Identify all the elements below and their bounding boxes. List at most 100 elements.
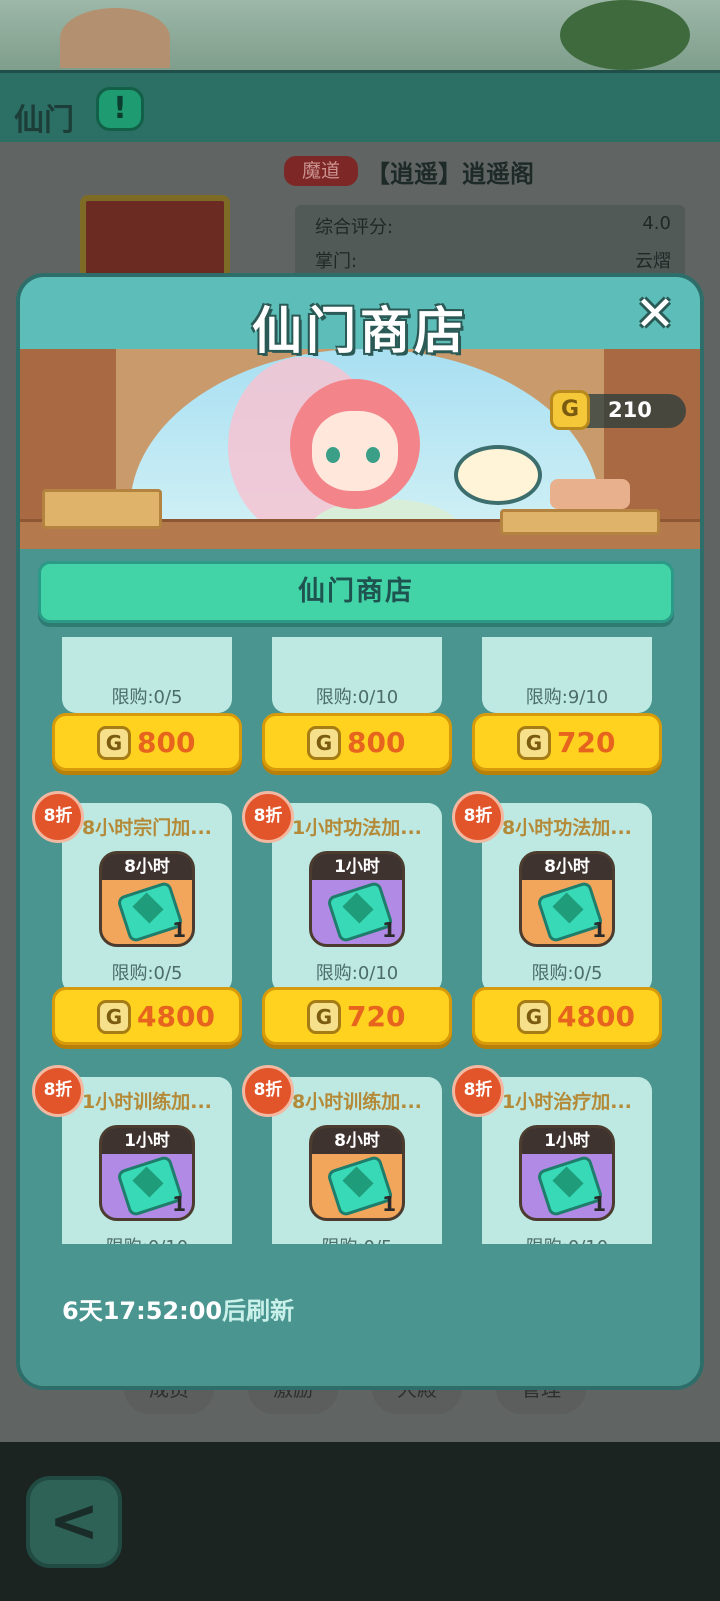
item-name: 8小时宗门加...	[82, 817, 212, 839]
back-button[interactable]: <	[26, 1476, 122, 1568]
discount-badge: 8折	[32, 1065, 84, 1117]
item-name: 1小时治疗加...	[502, 1091, 632, 1113]
item-quantity: 1	[592, 1192, 606, 1216]
item-purchase-limit: 限购:0/10	[315, 963, 399, 984]
item-quantity: 1	[382, 918, 396, 942]
shopkeeper-eye-left	[326, 447, 340, 463]
discount-badge: 8折	[242, 791, 294, 843]
item-duration: 8小时	[102, 854, 192, 880]
item-price: 720	[347, 1000, 406, 1033]
discount-badge: 8折	[452, 1065, 504, 1117]
coin-icon: G	[97, 726, 131, 760]
box-left	[42, 489, 162, 529]
shopkeeper-eye-right	[366, 447, 380, 463]
modal-title: 仙门商店	[252, 302, 468, 360]
item-grid[interactable]: 1 限购:0/5 G 800 1 限购:0/10 G 800 1 限购:9/10…	[20, 637, 700, 1244]
item-name: 1小时训练加...	[82, 1091, 212, 1113]
shop-scene-illustration	[20, 349, 700, 549]
coin-icon: G	[550, 390, 590, 430]
score-value: 4.0	[642, 213, 671, 234]
item-duration: 8小时	[312, 1128, 402, 1154]
shopkeeper-face	[312, 411, 398, 491]
tree-decoration	[560, 0, 690, 70]
item-price: 800	[347, 726, 406, 759]
item-price: 4800	[557, 1000, 635, 1033]
close-button[interactable]: ✕	[630, 289, 680, 339]
shop-item-card[interactable]: 1 限购:0/5	[62, 637, 232, 713]
scroll-stack	[550, 479, 630, 509]
shop-item-card[interactable]: 8折 1小时训练加... 1小时 1 限购:0/10	[32, 1065, 232, 1244]
discount-badge: 8折	[242, 1065, 294, 1117]
item-purchase-limit: 限购:0/10	[62, 1233, 232, 1244]
leader-label: 掌门:	[315, 251, 358, 272]
shop-item-card[interactable]: 8折 8小时功法加... 8小时 1 限购:0/5	[452, 791, 652, 993]
buy-button[interactable]: G 800	[262, 713, 452, 771]
speedup-scroll-icon: 1小时 1	[519, 1125, 615, 1221]
item-name: 8小时功法加...	[502, 817, 632, 839]
item-duration: 1小时	[522, 1128, 612, 1154]
item-purchase-limit: 限购:0/5	[531, 963, 603, 984]
item-quantity: 1	[172, 918, 186, 942]
buy-button[interactable]: G 4800	[52, 987, 242, 1045]
discount-badge: 8折	[32, 791, 84, 843]
item-quantity: 1	[172, 1192, 186, 1216]
alert-icon[interactable]: !	[96, 87, 144, 131]
buy-button[interactable]: G 720	[262, 987, 452, 1045]
item-duration: 1小时	[312, 854, 402, 880]
shop-item-card[interactable]: 8折 8小时宗门加... 8小时 1 限购:0/5	[32, 791, 232, 993]
item-duration: 1小时	[102, 1128, 192, 1154]
coin-icon: G	[517, 726, 551, 760]
item-price: 4800	[137, 1000, 215, 1033]
item-price: 720	[557, 726, 616, 759]
buy-button[interactable]: G 720	[472, 713, 662, 771]
tab-shop[interactable]: 仙门商店	[38, 561, 674, 623]
buy-button[interactable]: G 800	[52, 713, 242, 771]
speedup-scroll-icon: 1小时 1	[309, 851, 405, 947]
faction-tag: 魔道	[284, 156, 358, 186]
coin-icon: G	[307, 726, 341, 760]
refresh-suffix: 后刷新	[222, 1297, 295, 1325]
item-purchase-limit: 限购:0/5	[272, 1233, 442, 1244]
item-purchase-limit: 限购:9/10	[525, 687, 609, 708]
page-header: 仙门 !	[0, 70, 720, 142]
score-label: 综合评分:	[315, 217, 394, 238]
hill-decoration	[60, 8, 170, 68]
item-purchase-limit: 限购:0/5	[111, 963, 183, 984]
shop-modal: 仙门商店 ✕ G 210 仙门商店 1 限购:0/5 G 800 1 限购:0/…	[16, 273, 704, 1390]
top-scenery	[0, 0, 720, 70]
shop-item-card[interactable]: 8折 8小时训练加... 8小时 1 限购:0/5	[242, 1065, 442, 1244]
coin-icon: G	[307, 1000, 341, 1034]
refresh-countdown: 6天17:52:00后刷新	[62, 1291, 294, 1326]
coin-icon: G	[97, 1000, 131, 1034]
refresh-bar: 6天17:52:00后刷新	[20, 1247, 700, 1386]
item-name: 1小时功法加...	[292, 817, 422, 839]
shop-item-card[interactable]: 8折 1小时治疗加... 1小时 1 限购:0/10	[452, 1065, 652, 1244]
coin-icon: G	[517, 1000, 551, 1034]
page-title: 仙门	[14, 103, 74, 138]
buy-button[interactable]: G 4800	[472, 987, 662, 1045]
shop-item-card[interactable]: 1 限购:0/10	[272, 637, 442, 713]
discount-badge: 8折	[452, 791, 504, 843]
shop-item-card[interactable]: 1 限购:9/10	[482, 637, 652, 713]
item-name: 8小时训练加...	[292, 1091, 422, 1113]
round-fan	[454, 445, 542, 505]
item-purchase-limit: 限购:0/10	[315, 687, 399, 708]
item-duration: 8小时	[522, 854, 612, 880]
item-purchase-limit: 限购:0/10	[482, 1233, 652, 1244]
refresh-time: 6天17:52:00	[62, 1297, 223, 1325]
speedup-scroll-icon: 1小时 1	[99, 1125, 195, 1221]
currency-display: G 210	[550, 390, 686, 430]
speedup-scroll-icon: 8小时 1	[309, 1125, 405, 1221]
item-purchase-limit: 限购:0/5	[111, 687, 183, 708]
tab-shop-label: 仙门商店	[298, 576, 414, 607]
item-quantity: 1	[592, 918, 606, 942]
speedup-scroll-icon: 8小时 1	[99, 851, 195, 947]
item-quantity: 1	[382, 1192, 396, 1216]
item-price: 800	[137, 726, 196, 759]
box-right	[500, 509, 660, 535]
speedup-scroll-icon: 8小时 1	[519, 851, 615, 947]
leader-value: 云熠	[635, 251, 671, 272]
currency-amount: 210	[608, 398, 652, 422]
shop-item-card[interactable]: 8折 1小时功法加... 1小时 1 限购:0/10	[242, 791, 442, 993]
guild-name: 【逍遥】逍遥阁	[366, 160, 534, 188]
